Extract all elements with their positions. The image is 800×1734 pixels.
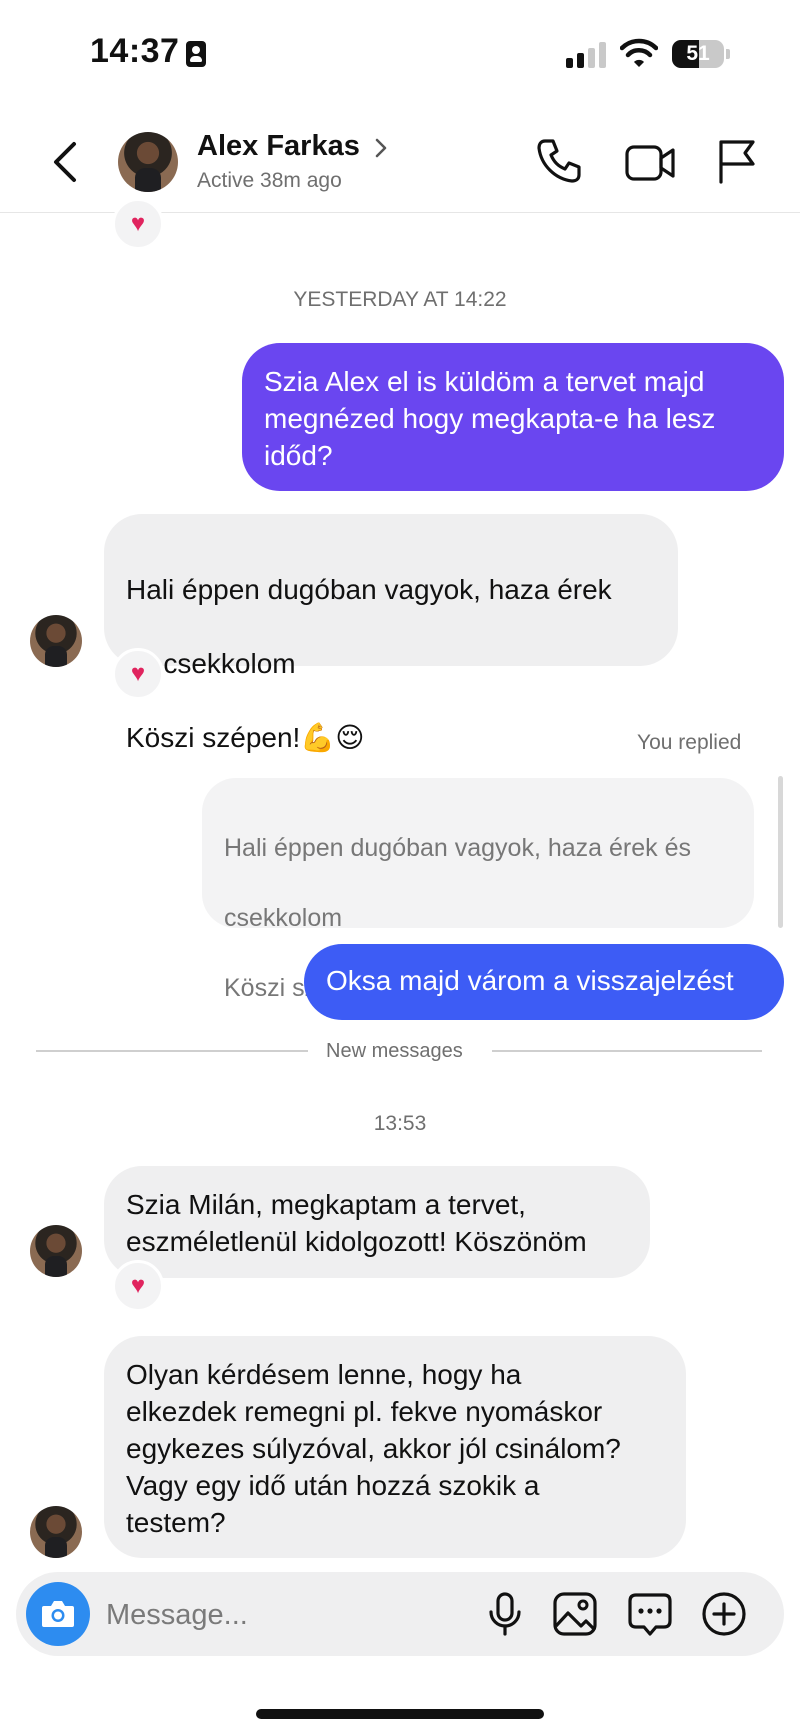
sender-avatar[interactable] <box>30 1506 82 1558</box>
battery-indicator: 51 <box>672 40 724 68</box>
message-line: Köszi szépen!💪😌 <box>126 719 656 756</box>
microphone-icon[interactable] <box>481 1590 529 1638</box>
quote-line: Hali éppen dugóban vagyok, haza érek és <box>224 834 691 862</box>
heart-reaction[interactable]: ♥ <box>112 1260 164 1312</box>
message-text: Köszi szépen! <box>126 722 301 753</box>
outgoing-message[interactable]: Szia Alex el is küldöm a tervet majd meg… <box>242 343 784 491</box>
reply-quote[interactable]: Hali éppen dugóban vagyok, haza érek és … <box>202 778 754 1002</box>
camera-icon <box>42 1601 74 1627</box>
video-camera-icon[interactable] <box>624 138 676 188</box>
back-button[interactable] <box>46 138 86 186</box>
you-replied-label: You replied <box>637 731 742 754</box>
sender-avatar[interactable] <box>30 1225 82 1277</box>
heart-reaction[interactable]: ♥ <box>112 198 164 250</box>
message-input[interactable] <box>104 1592 468 1638</box>
flag-icon[interactable] <box>714 136 758 186</box>
chevron-right-icon[interactable] <box>372 136 390 160</box>
incoming-message[interactable]: Olyan kérdésem lenne, hogy ha elkezdek r… <box>104 1336 686 1558</box>
contact-avatar[interactable] <box>118 132 178 192</box>
cellular-signal-icon <box>566 42 608 68</box>
incoming-message[interactable]: Szia Milán, megkaptam a tervet, eszmélet… <box>104 1166 650 1278</box>
contact-card-icon <box>186 41 206 67</box>
battery-nub <box>726 49 730 59</box>
sender-avatar[interactable] <box>30 615 82 667</box>
quote-line: csekkolom <box>224 904 343 932</box>
contact-active-status: Active 38m ago <box>197 169 342 192</box>
battery-percent: 51 <box>686 42 710 65</box>
divider-line <box>36 1050 308 1052</box>
phone-icon[interactable] <box>534 136 584 186</box>
outgoing-message[interactable]: Oksa majd várom a visszajelzést <box>304 944 784 1020</box>
contact-name[interactable]: Alex Farkas <box>197 130 360 163</box>
chat-bubble-icon[interactable] <box>626 1590 674 1638</box>
timestamp-today: 13:53 <box>373 1112 427 1135</box>
wifi-icon <box>620 38 658 67</box>
camera-button[interactable] <box>26 1582 90 1646</box>
scrollbar[interactable] <box>778 776 783 928</box>
plus-circle-icon[interactable] <box>700 1590 748 1638</box>
heart-reaction[interactable]: ♥ <box>112 648 164 700</box>
timestamp-yesterday: YESTERDAY AT 14:22 <box>293 288 507 311</box>
image-icon[interactable] <box>551 1590 599 1638</box>
incoming-message[interactable]: Hali éppen dugóban vagyok, haza érek és … <box>104 514 678 753</box>
emoji: 💪😌 <box>300 722 365 753</box>
home-indicator[interactable] <box>256 1709 544 1719</box>
status-time: 14:37 <box>90 32 180 70</box>
divider-line <box>492 1050 762 1052</box>
message-line: Hali éppen dugóban vagyok, haza érek <box>126 574 612 605</box>
message-line: és csekkolom <box>126 648 296 679</box>
new-messages-label: New messages <box>326 1040 463 1062</box>
